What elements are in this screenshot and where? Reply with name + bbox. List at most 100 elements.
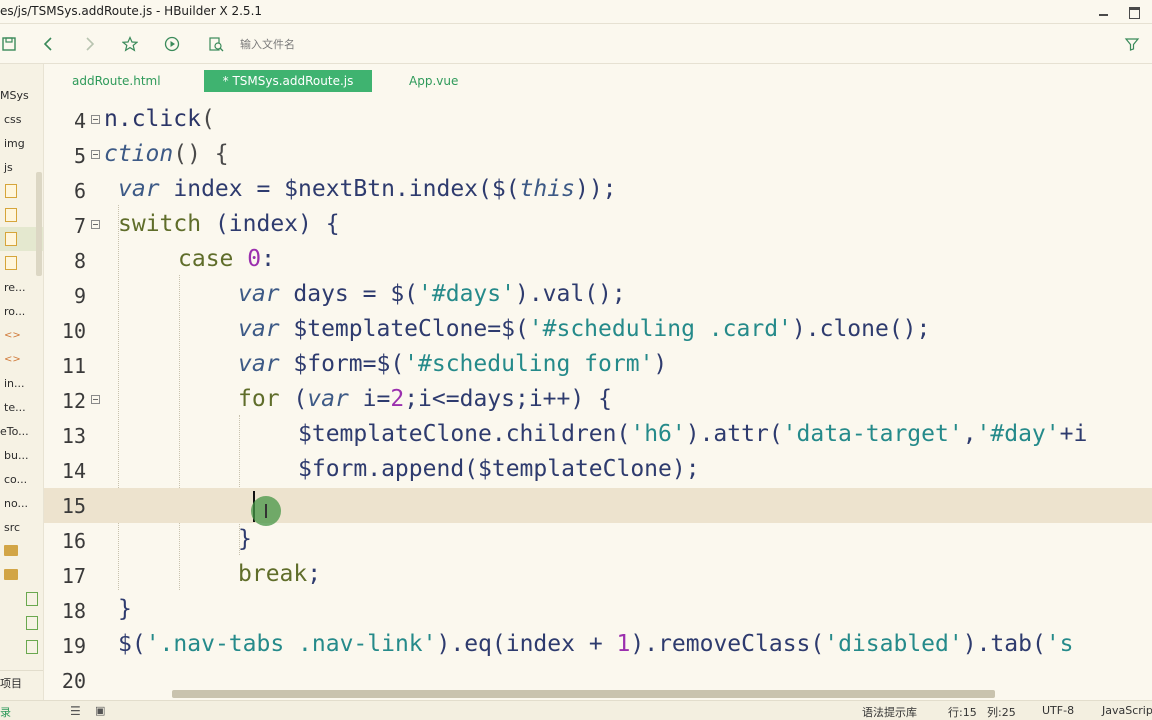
- maximize-icon[interactable]: [1126, 5, 1142, 19]
- sidebar-item-label: src: [4, 520, 21, 534]
- vue-file-item[interactable]: [0, 611, 43, 635]
- tab-app-vue[interactable]: App.vue: [409, 70, 458, 92]
- vue-file-icon: [26, 592, 38, 606]
- vue-file-item[interactable]: [0, 635, 43, 659]
- folder-item[interactable]: [0, 539, 43, 563]
- code-text: var $form=$('#scheduling form'): [238, 351, 668, 377]
- sidebar-item-label: ro...: [4, 304, 26, 318]
- sidebar-item[interactable]: re...: [0, 275, 43, 299]
- fold-icon[interactable]: [91, 220, 100, 229]
- sidebar-item[interactable]: MSys: [0, 83, 43, 107]
- line-number: 4: [73, 109, 86, 133]
- sidebar-item[interactable]: in...: [0, 371, 43, 395]
- code-text: var days = $('#days').val();: [238, 281, 626, 307]
- sidebar-item-label: eTo...: [0, 424, 29, 438]
- code-line[interactable]: 7 switch (index) {: [44, 208, 1152, 243]
- sidebar-item-label: js: [4, 160, 13, 174]
- run-icon[interactable]: [163, 35, 181, 53]
- sidebar-item[interactable]: css: [0, 107, 43, 131]
- js-file-icon: [5, 256, 17, 270]
- code-line[interactable]: 11 var $form=$('#scheduling form'): [44, 348, 1152, 383]
- code-line[interactable]: 12 for (var i=2;i<=days;i++) {: [44, 383, 1152, 418]
- code-text: ction() {: [104, 141, 229, 167]
- title-bar: es/js/TSMSys.addRoute.js - HBuilder X 2.…: [0, 0, 1152, 24]
- status-line: 行:15: [948, 706, 977, 719]
- fold-icon[interactable]: [91, 150, 100, 159]
- code-text: switch (index) {: [118, 211, 340, 237]
- find-file-icon[interactable]: [207, 35, 225, 53]
- code-line[interactable]: 13 $templateClone.children('h6').attr('d…: [44, 418, 1152, 453]
- code-line[interactable]: 10 var $templateClone=$('#scheduling .ca…: [44, 313, 1152, 348]
- line-number: 19: [61, 634, 86, 658]
- status-column: 列:25: [987, 706, 1016, 719]
- line-number: 17: [61, 564, 86, 588]
- code-line[interactable]: 4 n.click(: [44, 103, 1152, 138]
- html-file-icon[interactable]: <>: [0, 323, 43, 347]
- star-icon[interactable]: [121, 35, 139, 53]
- forward-icon[interactable]: [80, 35, 98, 53]
- html-file-icon[interactable]: <>: [0, 347, 43, 371]
- sidebar-item-label: bu...: [4, 448, 29, 462]
- sidebar-item-label: css: [4, 112, 22, 126]
- code-line[interactable]: 6 var index = $nextBtn.index($(this));: [44, 173, 1152, 208]
- code-line[interactable]: 9 var days = $('#days').val();: [44, 278, 1152, 313]
- line-number: 18: [61, 599, 86, 623]
- sidebar-item[interactable]: eTo...: [0, 419, 43, 443]
- terminal-icon[interactable]: ▣: [95, 704, 105, 717]
- sidebar-item[interactable]: no...: [0, 491, 43, 515]
- project-label: 项目: [0, 676, 22, 690]
- sidebar-item[interactable]: bu...: [0, 443, 43, 467]
- code-line[interactable]: 19 $('.nav-tabs .nav-link').eq(index + 1…: [44, 628, 1152, 663]
- vue-file-icon: [26, 640, 38, 654]
- sidebar-item[interactable]: img: [0, 131, 43, 155]
- line-number: 9: [73, 284, 86, 308]
- sidebar-item[interactable]: te...: [0, 395, 43, 419]
- status-left-label[interactable]: 录: [0, 704, 11, 720]
- code-text: var $templateClone=$('#scheduling .card'…: [238, 316, 931, 342]
- sidebar-scrollbar[interactable]: [36, 172, 42, 276]
- code-text: }: [238, 526, 252, 552]
- toolbar: [0, 24, 1152, 64]
- sidebar-item[interactable]: ro...: [0, 299, 43, 323]
- syntax-hint-library[interactable]: 语法提示库: [862, 704, 917, 720]
- code-text: var index = $nextBtn.index($(this));: [118, 176, 617, 202]
- status-language[interactable]: JavaScrip: [1102, 704, 1152, 717]
- filename-search-input[interactable]: [240, 34, 840, 54]
- fold-icon[interactable]: [91, 395, 100, 404]
- vue-file-icon: [26, 616, 38, 630]
- code-line[interactable]: 14 $form.append($templateClone);: [44, 453, 1152, 488]
- code-editor[interactable]: 4 n.click( 5 ction() { 6 var index = $ne…: [44, 100, 1152, 700]
- code-text: case 0:: [178, 246, 275, 272]
- project-sidebar: MSys css img js re... ro... <> <> in... …: [0, 64, 44, 700]
- line-number: 6: [73, 179, 86, 203]
- hbuilder-window: es/js/TSMSys.addRoute.js - HBuilder X 2.…: [0, 0, 1152, 720]
- horizontal-scrollbar[interactable]: [172, 690, 995, 698]
- sidebar-item-label: re...: [4, 280, 26, 294]
- back-icon[interactable]: [40, 35, 58, 53]
- code-text: n.click(: [104, 106, 215, 132]
- folder-item[interactable]: [0, 563, 43, 587]
- tab-tsmsys-addroute-js[interactable]: * TSMSys.addRoute.js: [204, 70, 372, 92]
- sidebar-item[interactable]: co...: [0, 467, 43, 491]
- code-line[interactable]: 17 break;: [44, 558, 1152, 593]
- vue-file-item[interactable]: [0, 587, 43, 611]
- code-line[interactable]: 8 case 0:: [44, 243, 1152, 278]
- window-title: es/js/TSMSys.addRoute.js - HBuilder X 2.…: [0, 4, 263, 18]
- tab-label: addRoute.html: [72, 74, 161, 88]
- save-icon[interactable]: [0, 35, 18, 53]
- fold-icon[interactable]: [91, 115, 100, 124]
- filter-icon[interactable]: [1123, 35, 1141, 53]
- project-panel-label[interactable]: 项目: [0, 670, 43, 694]
- line-number: 20: [61, 669, 86, 693]
- list-icon[interactable]: ☰: [70, 704, 81, 718]
- code-line[interactable]: 5 ction() {: [44, 138, 1152, 173]
- code-text: $form.append($templateClone);: [298, 456, 700, 482]
- code-line-current[interactable]: 15: [44, 488, 1152, 523]
- minimize-icon[interactable]: [1096, 5, 1112, 19]
- status-encoding[interactable]: UTF-8: [1042, 704, 1074, 717]
- tab-addroute-html[interactable]: addRoute.html: [72, 70, 161, 92]
- code-line[interactable]: 16 }: [44, 523, 1152, 558]
- code-line[interactable]: 18 }: [44, 593, 1152, 628]
- sidebar-item[interactable]: src: [0, 515, 43, 539]
- js-file-icon: [5, 208, 17, 222]
